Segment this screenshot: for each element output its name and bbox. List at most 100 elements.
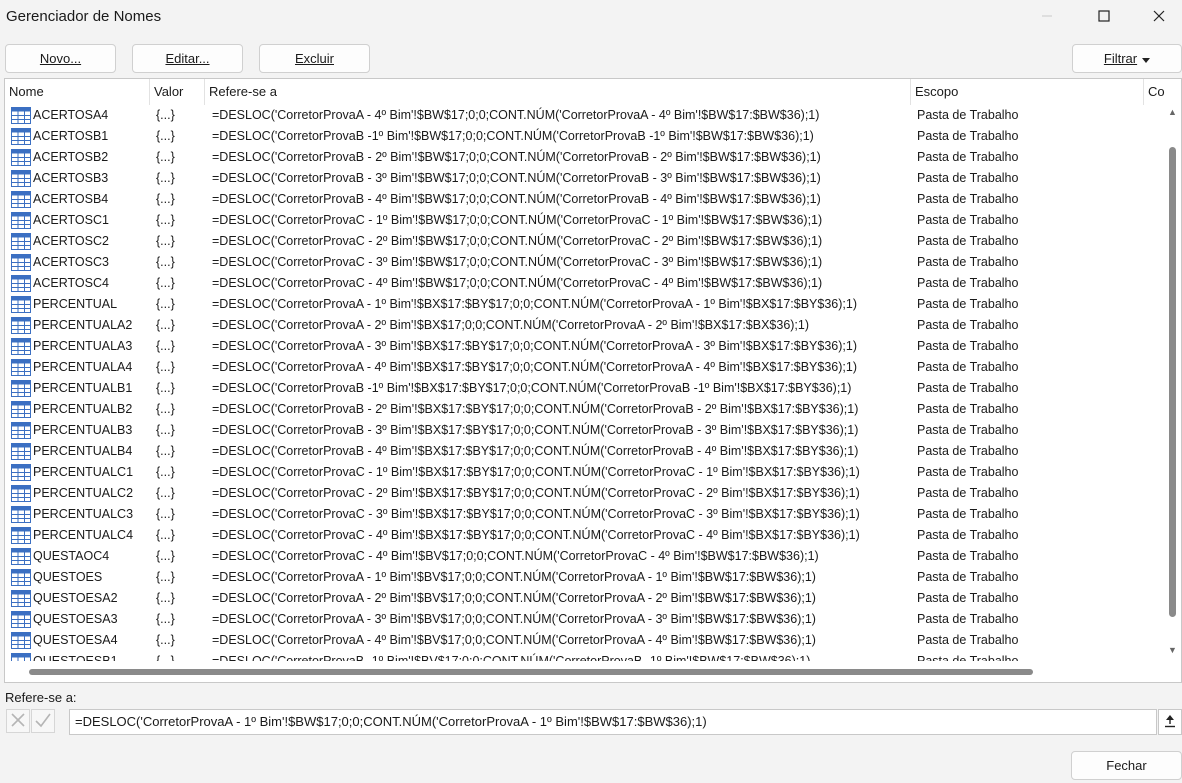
new-button[interactable]: Novo... [5,44,116,73]
name-cell: ACERTOSC1 [33,213,109,227]
range-name-icon [11,296,31,313]
table-row[interactable]: PERCENTUAL {...} =DESLOC('CorretorProvaA -… [5,294,1165,315]
vertical-scrollbar[interactable]: ▲ ▼ [1165,105,1181,661]
delete-button-label: Excluir [294,51,334,66]
range-name-icon [11,590,31,607]
edit-button[interactable]: Editar... [132,44,243,73]
name-cell: PERCENTUALB4 [33,444,133,458]
table-row[interactable]: PERCENTUALA4 {...} =DESLOC('CorretorProvaA… [5,357,1165,378]
scope-cell: Pasta de Trabalho [917,318,1019,332]
list-rows: ACERTOSA4 {...} =DESLOC('CorretorProvaA - … [5,105,1165,661]
value-cell: {...} [156,213,175,227]
table-row[interactable]: QUESTOESA2 {...} =DESLOC('CorretorProvaA -… [5,588,1165,609]
filter-button[interactable]: Filtrar [1072,44,1182,73]
value-cell: {...} [156,192,175,206]
table-row[interactable]: PERCENTUALB1 {...} =DESLOC('CorretorProvaB… [5,378,1165,399]
refers-to-cell: =DESLOC('CorretorProvaA - 4º Bim'!$BW$17… [212,108,820,122]
refers-to-cell: =DESLOC('CorretorProvaC - 3º Bim'!$BX$17… [212,507,860,521]
close-window-button[interactable] [1136,0,1182,32]
table-row[interactable]: PERCENTUALA2 {...} =DESLOC('CorretorProvaA… [5,315,1165,336]
value-cell: {...} [156,591,175,605]
table-row[interactable]: QUESTOESB1 {...} =DESLOC('CorretorProvaB -… [5,651,1165,661]
table-row[interactable]: ACERTOSC4 {...} =DESLOC('CorretorProvaC - … [5,273,1165,294]
horizontal-scroll-thumb[interactable] [29,669,1033,675]
refers-to-input[interactable]: =DESLOC('CorretorProvaA - 1º Bim'!$BW$17… [69,709,1157,735]
refers-to-cell: =DESLOC('CorretorProvaB - 4º Bim'!$BX$17… [212,444,859,458]
table-row[interactable]: QUESTOESA3 {...} =DESLOC('CorretorProvaA -… [5,609,1165,630]
scope-cell: Pasta de Trabalho [917,129,1019,143]
names-list[interactable]: Nome Valor Refere-se a Escopo Co ACERTOS… [4,78,1182,683]
minimize-button[interactable] [1024,0,1070,32]
vertical-scroll-thumb[interactable] [1169,147,1176,617]
table-row[interactable]: ACERTOSC3 {...} =DESLOC('CorretorProvaC - … [5,252,1165,273]
table-row[interactable]: ACERTOSB3 {...} =DESLOC('CorretorProvaB - … [5,168,1165,189]
scope-cell: Pasta de Trabalho [917,528,1019,542]
scope-cell: Pasta de Trabalho [917,213,1019,227]
value-cell: {...} [156,297,175,311]
table-row[interactable]: ACERTOSC1 {...} =DESLOC('CorretorProvaC - … [5,210,1165,231]
minimize-icon [1041,10,1053,22]
name-cell: ACERTOSB4 [33,192,109,206]
scope-cell: Pasta de Trabalho [917,108,1019,122]
edit-button-label: Editar... [165,51,210,66]
scope-cell: Pasta de Trabalho [917,612,1019,626]
table-row[interactable]: ACERTOSB2 {...} =DESLOC('CorretorProvaB - … [5,147,1165,168]
refers-to-cell: =DESLOC('CorretorProvaB - 3º Bim'!$BX$17… [212,423,859,437]
column-header-value[interactable]: Valor [150,79,205,105]
refers-to-cell: =DESLOC('CorretorProvaA - 2º Bim'!$BV$17… [212,591,816,605]
name-cell: ACERTOSC3 [33,255,109,269]
value-cell: {...} [156,654,175,661]
check-icon [34,712,52,731]
scroll-down-icon[interactable]: ▼ [1168,645,1177,655]
value-cell: {...} [156,423,175,437]
column-header-refers-to[interactable]: Refere-se a [205,79,911,105]
range-name-icon [11,569,31,586]
table-row[interactable]: PERCENTUALA3 {...} =DESLOC('CorretorProvaA… [5,336,1165,357]
column-header-comment[interactable]: Co [1144,79,1181,105]
maximize-button[interactable] [1081,0,1127,32]
horizontal-scrollbar[interactable] [5,665,1165,679]
table-row[interactable]: ACERTOSA4 {...} =DESLOC('CorretorProvaA - … [5,105,1165,126]
scope-cell: Pasta de Trabalho [917,234,1019,248]
name-cell: PERCENTUALC3 [33,507,134,521]
column-header-name[interactable]: Nome [5,79,150,105]
table-row[interactable]: ACERTOSC2 {...} =DESLOC('CorretorProvaC - … [5,231,1165,252]
cancel-edit-button[interactable] [6,709,30,733]
table-row[interactable]: ACERTOSB4 {...} =DESLOC('CorretorProvaB - … [5,189,1165,210]
table-row[interactable]: QUESTAOC4 {...} =DESLOC('CorretorProvaC - … [5,546,1165,567]
name-cell: ACERTOSB1 [33,129,109,143]
name-cell: ACERTOSA4 [33,108,109,122]
value-cell: {...} [156,402,175,416]
table-row[interactable]: PERCENTUALB2 {...} =DESLOC('CorretorProvaB… [5,399,1165,420]
scroll-up-icon[interactable]: ▲ [1168,107,1177,117]
table-row[interactable]: PERCENTUALC2 {...} =DESLOC('CorretorProvaC… [5,483,1165,504]
scope-cell: Pasta de Trabalho [917,339,1019,353]
value-cell: {...} [156,129,175,143]
refers-to-cell: =DESLOC('CorretorProvaA - 1º Bim'!$BV$17… [212,570,816,584]
close-button[interactable]: Fechar [1071,751,1182,780]
delete-button[interactable]: Excluir [259,44,370,73]
collapse-dialog-icon [1163,714,1177,731]
table-row[interactable]: PERCENTUALC4 {...} =DESLOC('CorretorProvaC… [5,525,1165,546]
scope-cell: Pasta de Trabalho [917,381,1019,395]
column-header-scope[interactable]: Escopo [911,79,1144,105]
value-cell: {...} [156,150,175,164]
value-cell: {...} [156,360,175,374]
collapse-dialog-button[interactable] [1158,709,1182,735]
table-row[interactable]: QUESTOES {...} =DESLOC('CorretorProvaA - 1… [5,567,1165,588]
table-row[interactable]: PERCENTUALB4 {...} =DESLOC('CorretorProvaB… [5,441,1165,462]
table-row[interactable]: PERCENTUALB3 {...} =DESLOC('CorretorProvaB… [5,420,1165,441]
table-row[interactable]: PERCENTUALC1 {...} =DESLOC('CorretorProvaC… [5,462,1165,483]
scope-cell: Pasta de Trabalho [917,486,1019,500]
maximize-icon [1098,10,1110,22]
confirm-edit-button[interactable] [31,709,55,733]
value-cell: {...} [156,507,175,521]
new-button-label: Novo... [39,51,82,66]
range-name-icon [11,653,31,661]
table-row[interactable]: PERCENTUALC3 {...} =DESLOC('CorretorProvaC… [5,504,1165,525]
range-name-icon [11,107,31,124]
refers-to-cell: =DESLOC('CorretorProvaC - 1º Bim'!$BX$17… [212,465,860,479]
table-row[interactable]: ACERTOSB1 {...} =DESLOC('CorretorProvaB -1… [5,126,1165,147]
scope-cell: Pasta de Trabalho [917,633,1019,647]
table-row[interactable]: QUESTOESA4 {...} =DESLOC('CorretorProvaA -… [5,630,1165,651]
